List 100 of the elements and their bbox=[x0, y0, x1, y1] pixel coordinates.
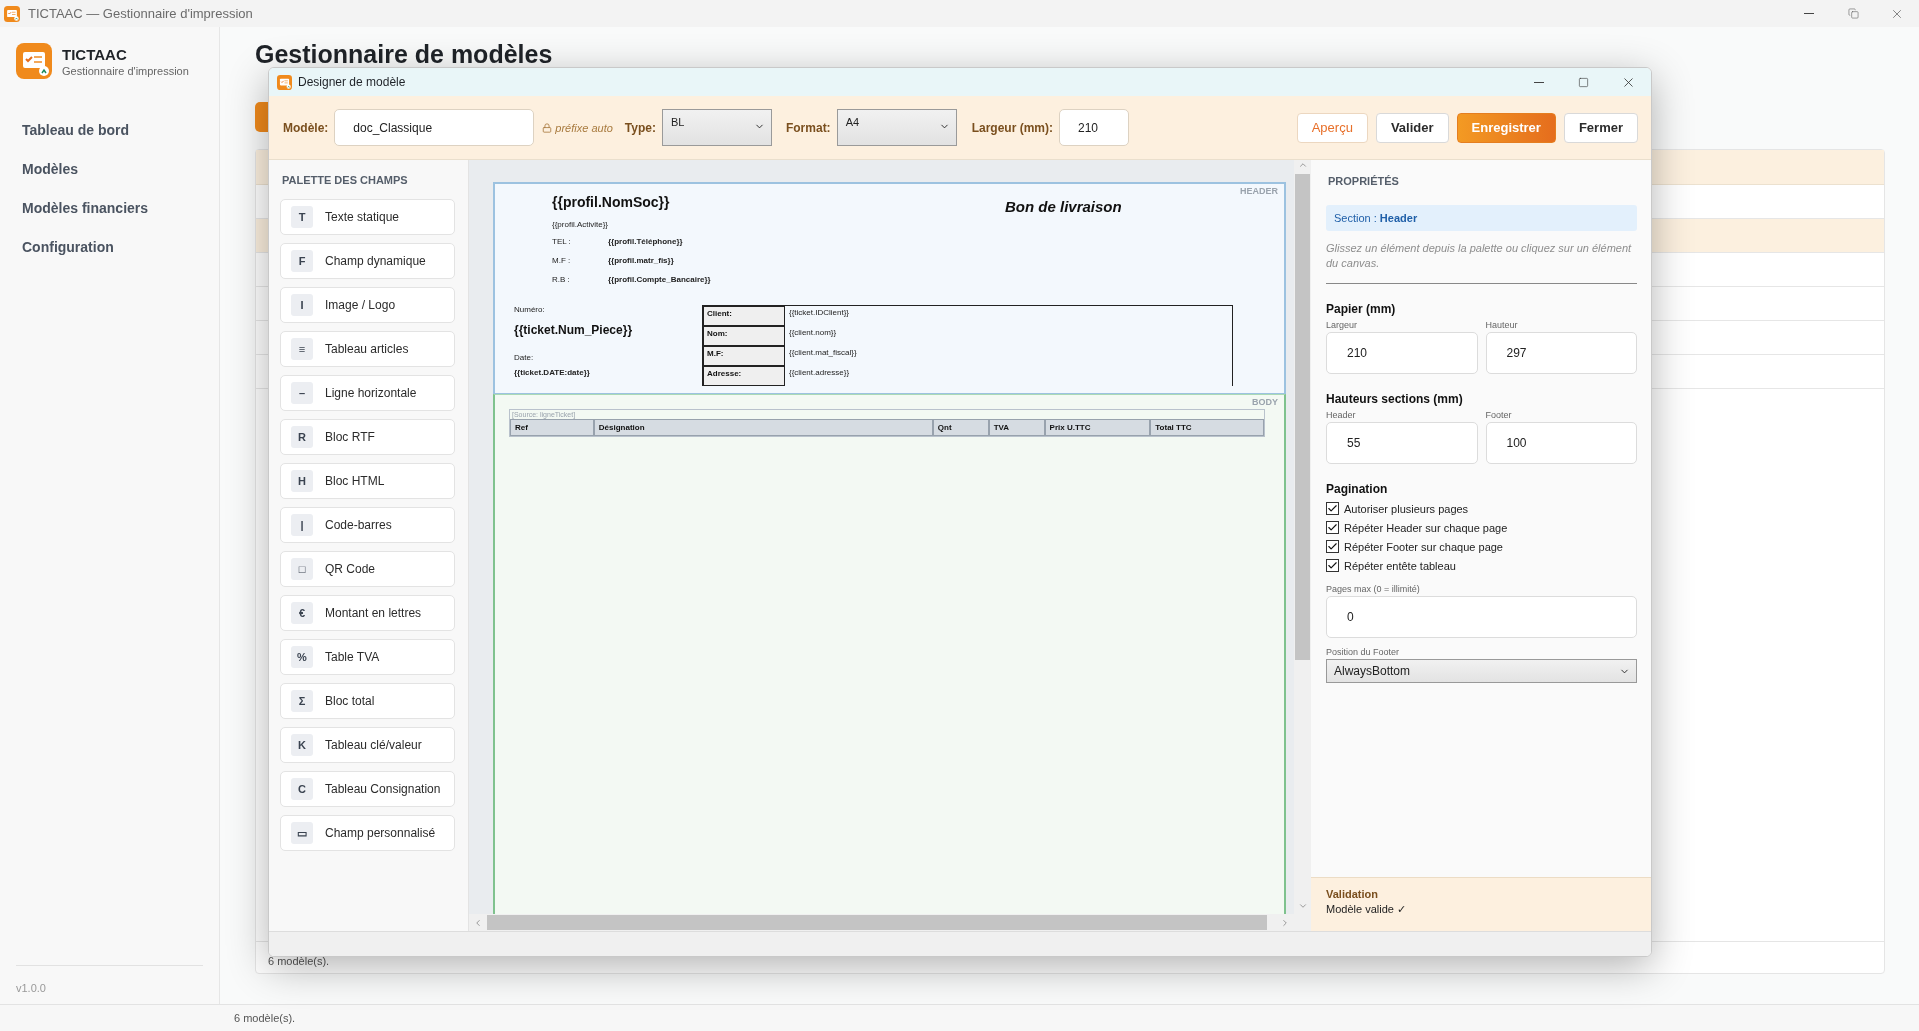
minimize-icon bbox=[1804, 13, 1814, 14]
group-title: Hauteurs sections (mm) bbox=[1326, 392, 1464, 406]
check-icon bbox=[1327, 522, 1338, 533]
toolbar-button[interactable]: Valider bbox=[1375, 112, 1449, 143]
scroll-down-icon[interactable] bbox=[1297, 901, 1308, 911]
info-field[interactable]: {{profil.Compte_Bancaire}} bbox=[608, 275, 711, 284]
column-header: Total TTC bbox=[1150, 419, 1264, 436]
section-tag: BODY bbox=[1252, 397, 1278, 408]
number-field[interactable]: 210 bbox=[1326, 332, 1478, 374]
header-section[interactable] bbox=[493, 182, 1286, 394]
palette-item[interactable]: H Bloc HTML bbox=[280, 463, 455, 499]
model-label: Modèle: bbox=[283, 120, 329, 135]
number-field[interactable]: {{ticket.Num_Piece}} bbox=[514, 323, 702, 337]
field-type-glyph: T bbox=[291, 206, 313, 228]
footer-position-select[interactable]: AlwaysBottom bbox=[1326, 659, 1637, 683]
palette-item[interactable]: ≡ Tableau articles bbox=[280, 331, 455, 367]
maximize-icon bbox=[1578, 76, 1589, 88]
info-field[interactable]: {{profil.Téléphone}} bbox=[608, 237, 711, 246]
palette-item[interactable]: R Bloc RTF bbox=[280, 419, 455, 455]
palette-item[interactable]: K Tableau clé/valeur bbox=[280, 727, 455, 763]
company-field[interactable]: {{profil.NomSoc}} bbox=[552, 194, 702, 210]
checkbox[interactable] bbox=[1326, 521, 1339, 534]
validation-message: Modèle valide ✓ bbox=[1326, 903, 1407, 916]
horizontal-scrollbar[interactable] bbox=[469, 914, 1294, 931]
window-title: TICTAAC — Gestionnaire d'impression bbox=[28, 6, 253, 21]
type-select[interactable]: BL bbox=[661, 109, 772, 146]
vertical-scrollbar[interactable] bbox=[1294, 160, 1311, 914]
info-field[interactable]: {{profil.matr_fis}} bbox=[608, 256, 711, 265]
field-type-glyph: | bbox=[291, 514, 313, 536]
palette-item-label: Image / Logo bbox=[325, 298, 396, 312]
palette-item[interactable]: % Table TVA bbox=[280, 639, 455, 675]
palette-item-label: Bloc RTF bbox=[325, 430, 375, 444]
number-field[interactable]: 55 bbox=[1326, 422, 1478, 464]
client-table[interactable]: Client: {{ticket.IDClient}} Nom: {{client.nom}} M.F: {{client.mat_fiscal}} Adresse: {{client.adresse}} bbox=[702, 305, 1233, 386]
checkbox[interactable] bbox=[1326, 559, 1339, 572]
palette-item[interactable]: I Image / Logo bbox=[280, 287, 455, 323]
client-field: {{client.nom}} bbox=[785, 326, 841, 346]
client-label: Nom: bbox=[703, 326, 785, 346]
date-field[interactable]: {{ticket.DATE:date}} bbox=[514, 368, 702, 377]
client-field: {{client.mat_fiscal}} bbox=[785, 346, 861, 366]
scroll-left-icon[interactable] bbox=[473, 917, 483, 928]
format-select[interactable]: A4 bbox=[836, 109, 957, 146]
activity-field[interactable]: {{profil.Activite}} bbox=[552, 220, 702, 229]
info-label[interactable]: M.F : bbox=[552, 256, 608, 265]
palette-item[interactable]: – Ligne horizontale bbox=[280, 375, 455, 411]
restore-icon bbox=[1847, 8, 1859, 19]
date-label[interactable]: Date: bbox=[514, 353, 702, 362]
palette-item[interactable]: Σ Bloc total bbox=[280, 683, 455, 719]
palette-item-label: Table TVA bbox=[325, 650, 380, 664]
field-type-glyph: I bbox=[291, 294, 313, 316]
selected-section: Section : Header bbox=[1326, 205, 1637, 231]
palette-item[interactable]: ▭ Champ personnalisé bbox=[280, 815, 455, 851]
field-type-glyph: € bbox=[291, 602, 313, 624]
palette-item[interactable]: C Tableau Consignation bbox=[280, 771, 455, 807]
client-label: Adresse: bbox=[703, 366, 785, 386]
palette-item[interactable]: | Code-barres bbox=[280, 507, 455, 543]
nav-item[interactable]: Modèles bbox=[16, 150, 219, 189]
field-type-glyph: H bbox=[291, 470, 313, 492]
palette-item[interactable]: € Montant en lettres bbox=[280, 595, 455, 631]
nav-item[interactable]: Tableau de bord bbox=[16, 111, 219, 150]
column-header: Ref bbox=[510, 419, 594, 436]
checkbox-label: Répéter entête tableau bbox=[1344, 559, 1456, 572]
model-count: 6 modèle(s). bbox=[268, 955, 330, 967]
palette-item[interactable]: F Champ dynamique bbox=[280, 243, 455, 279]
app-logo-icon bbox=[4, 5, 20, 22]
checkbox[interactable] bbox=[1326, 540, 1339, 553]
scroll-up-icon[interactable] bbox=[1297, 160, 1308, 170]
validation-title: Validation bbox=[1326, 888, 1379, 900]
check-icon bbox=[1327, 541, 1338, 552]
dialog-title: Designer de modèle bbox=[298, 75, 406, 89]
column-header: Prix U.TTC bbox=[1044, 419, 1151, 436]
document-title[interactable]: Bon de livraison bbox=[1005, 198, 1122, 215]
model-name-field[interactable]: doc_Classique bbox=[334, 109, 535, 146]
section-tag: HEADER bbox=[1240, 186, 1278, 197]
field-type-glyph: Σ bbox=[291, 690, 313, 712]
number-field[interactable]: 297 bbox=[1485, 332, 1637, 374]
field-type-glyph: % bbox=[291, 646, 313, 668]
number-label[interactable]: Numéro: bbox=[514, 305, 702, 314]
nav-item[interactable]: Modèles financiers bbox=[16, 189, 219, 228]
nav-item[interactable]: Configuration bbox=[16, 228, 219, 267]
palette-item-label: Tableau articles bbox=[325, 342, 409, 356]
toolbar-button[interactable]: Fermer bbox=[1563, 112, 1638, 143]
field-type-glyph: □ bbox=[291, 558, 313, 580]
client-label: M.F: bbox=[703, 346, 785, 366]
scroll-right-icon[interactable] bbox=[1280, 917, 1290, 928]
checkbox[interactable] bbox=[1326, 502, 1339, 515]
checkbox-label: Répéter Header sur chaque page bbox=[1344, 521, 1508, 534]
width-label: Largeur (mm): bbox=[971, 120, 1053, 135]
palette-item[interactable]: □ QR Code bbox=[280, 551, 455, 587]
scrollbar-thumb[interactable] bbox=[487, 915, 1267, 930]
scrollbar-thumb[interactable] bbox=[1295, 174, 1310, 660]
info-label[interactable]: TEL : bbox=[552, 237, 608, 246]
number-field[interactable]: 0 bbox=[1326, 596, 1637, 638]
width-field[interactable]: 210 bbox=[1058, 109, 1129, 146]
palette-item-label: Montant en lettres bbox=[325, 606, 422, 620]
palette-item-label: Champ dynamique bbox=[325, 254, 426, 268]
palette-item[interactable]: T Texte statique bbox=[280, 199, 455, 235]
number-field[interactable]: 100 bbox=[1485, 422, 1637, 464]
info-label[interactable]: R.B : bbox=[552, 275, 608, 284]
properties-hint: Glissez un élément depuis la palette ou cliquez sur un élément du canvas. bbox=[1326, 241, 1637, 284]
